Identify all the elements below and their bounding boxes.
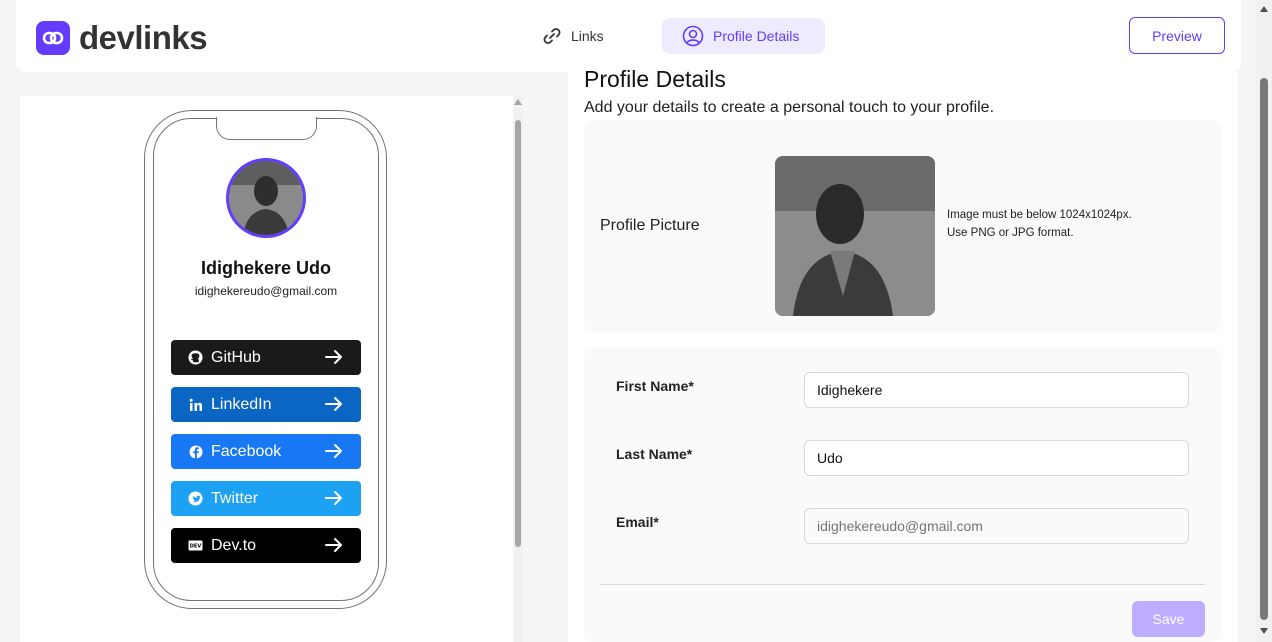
preview-link-twitter[interactable]: Twitter xyxy=(171,481,361,516)
link-label: LinkedIn xyxy=(211,395,272,413)
divider xyxy=(600,584,1205,585)
logo[interactable]: devlinks xyxy=(36,19,208,57)
first-name-field[interactable] xyxy=(804,372,1189,408)
arrow-right-icon xyxy=(325,491,342,505)
preview-scroll-thumb[interactable] xyxy=(515,120,521,547)
email-label: Email* xyxy=(616,514,659,530)
first-name-label: First Name* xyxy=(616,378,694,394)
last-name-field[interactable] xyxy=(804,440,1189,476)
arrow-right-icon xyxy=(325,538,342,552)
email-field[interactable] xyxy=(804,508,1189,544)
github-icon xyxy=(188,350,203,365)
window-scroll-thumb[interactable] xyxy=(1260,78,1268,620)
tab-links-label: Links xyxy=(571,28,604,44)
link-label: Facebook xyxy=(211,442,282,460)
arrow-right-icon xyxy=(325,444,342,458)
preview-button[interactable]: Preview xyxy=(1129,17,1225,54)
last-name-label: Last Name* xyxy=(616,446,693,462)
twitter-icon xyxy=(188,491,203,506)
link-icon xyxy=(543,28,561,44)
devto-icon: DEV xyxy=(188,538,203,553)
preview-link-linkedin[interactable]: LinkedIn xyxy=(171,387,361,422)
page-title: Profile Details xyxy=(584,66,726,92)
preview-email: idighekereudo@gmail.com xyxy=(194,284,338,298)
scroll-up-arrow-icon[interactable] xyxy=(514,99,522,105)
arrow-right-icon xyxy=(325,397,342,411)
avatar xyxy=(226,158,306,238)
link-logo-icon xyxy=(36,21,70,55)
profile-picture-upload[interactable] xyxy=(775,156,935,316)
preview-link-facebook[interactable]: Facebook xyxy=(171,434,361,469)
profile-picture-label: Profile Picture xyxy=(600,217,700,234)
user-circle-icon xyxy=(682,25,704,47)
page-subtitle: Add your details to create a personal to… xyxy=(584,99,995,116)
tab-profile-details[interactable]: Profile Details xyxy=(662,18,825,54)
link-label: Twitter xyxy=(211,489,259,507)
save-button[interactable]: Save xyxy=(1132,601,1205,637)
preview-name: Idighekere Udo xyxy=(200,258,332,278)
linkedin-icon xyxy=(188,397,203,412)
window-scroll-down-icon[interactable] xyxy=(1260,628,1268,634)
link-label: Dev.to xyxy=(211,536,257,554)
link-label: GitHub xyxy=(211,348,261,366)
top-navbar: devlinks Links Profile Details Preview xyxy=(16,0,1241,72)
notch-cover xyxy=(217,116,316,120)
preview-link-github[interactable]: GitHub xyxy=(171,340,361,375)
svg-text:DEV: DEV xyxy=(190,544,202,550)
profile-picture-note: Image must be below 1024x1024px. Use PNG… xyxy=(947,209,1132,239)
tab-profile-label: Profile Details xyxy=(713,28,800,44)
phone-notch xyxy=(216,117,317,140)
brand-name: devlinks xyxy=(79,19,208,56)
window-scroll-up-icon[interactable] xyxy=(1260,6,1268,12)
preview-link-devto[interactable]: DEV Dev.to xyxy=(171,528,361,563)
tab-links[interactable]: Links xyxy=(538,18,638,54)
arrow-right-icon xyxy=(325,350,342,364)
facebook-icon xyxy=(188,444,203,459)
